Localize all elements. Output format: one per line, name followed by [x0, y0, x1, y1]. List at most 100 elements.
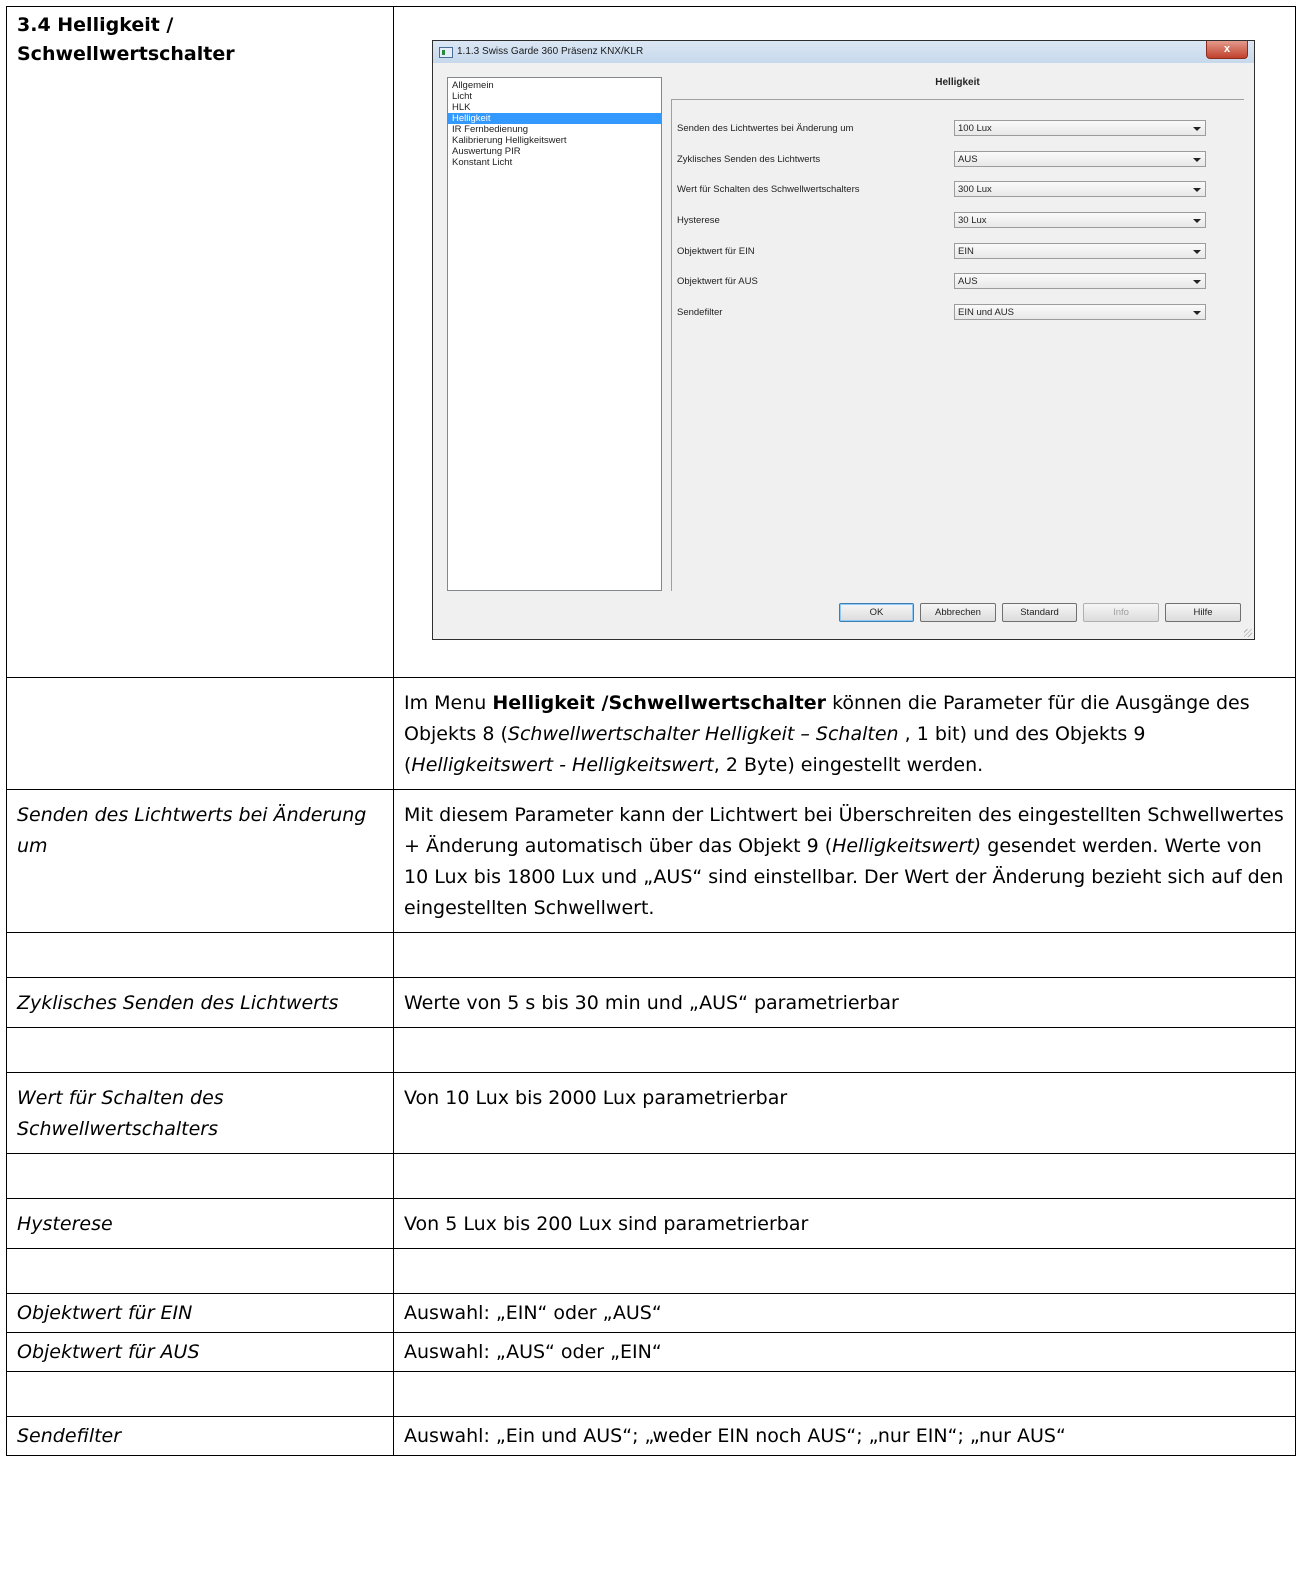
dialog-body: Allgemein Licht HLK Helligkeit IR Fernbe… [433, 63, 1254, 639]
object-9-name: Helligkeitswert - Helligkeitswert [411, 754, 714, 776]
chevron-down-icon [1193, 219, 1201, 223]
chevron-down-icon [1193, 250, 1201, 254]
param-select[interactable]: 30 Lux [954, 212, 1206, 228]
intro-text-part: Im Menu [404, 692, 493, 714]
param-row: Sendefilter EIN und AUS [677, 304, 1214, 322]
ok-button[interactable]: OK [839, 603, 914, 622]
param-description: Auswahl: „EIN“ oder „AUS“ [393, 1293, 1296, 1333]
cancel-button[interactable]: Abbrechen [920, 603, 996, 622]
param-label: Wert für Schalten des Schwellwertschalte… [677, 184, 860, 195]
param-row: Hysterese 30 Lux [677, 212, 1214, 230]
param-select[interactable]: 100 Lux [954, 120, 1206, 136]
param-name: Sendefilter [6, 1416, 394, 1456]
param-aus-row: Objektwert für AUS Auswahl: „AUS“ oder „… [6, 1332, 1296, 1372]
param-hysterese-row: Hysterese Von 5 Lux bis 200 Lux sind par… [6, 1198, 1296, 1249]
param-description: Von 10 Lux bis 2000 Lux parametrierbar [393, 1072, 1296, 1154]
header-row: 3.4 Helligkeit / Schwellwertschalter 1.1… [6, 6, 1296, 678]
category-item-ir-fernbedienung[interactable]: IR Fernbedienung [448, 124, 661, 135]
param-description: Werte von 5 s bis 30 min und „AUS“ param… [393, 977, 1296, 1028]
category-item-helligkeit[interactable]: Helligkeit [448, 113, 661, 124]
chevron-down-icon [1193, 188, 1201, 192]
param-row: Objektwert für AUS AUS [677, 273, 1214, 291]
pane-title: Helligkeit [935, 77, 980, 88]
param-row: Zyklisches Senden des Lichtwerts AUS [677, 151, 1214, 169]
chevron-down-icon [1193, 158, 1201, 162]
dialog-titlebar[interactable]: 1.1.3 Swiss Garde 360 Präsenz KNX/KLR x [433, 41, 1254, 64]
param-select-value: 100 Lux [958, 123, 992, 134]
intro-row: Im Menu Helligkeit /Schwellwertschalter … [6, 677, 1296, 790]
standard-button[interactable]: Standard [1002, 603, 1077, 622]
param-select[interactable]: AUS [954, 151, 1206, 167]
parameter-table: 3.4 Helligkeit / Schwellwertschalter 1.1… [6, 6, 1296, 1456]
param-name: Objektwert für AUS [6, 1332, 394, 1372]
category-item-hlk[interactable]: HLK [448, 102, 661, 113]
dialog-cell: 1.1.3 Swiss Garde 360 Präsenz KNX/KLR x … [393, 6, 1296, 678]
spacer-row [6, 1371, 1296, 1417]
pane-border [671, 99, 672, 591]
param-select[interactable]: AUS [954, 273, 1206, 289]
description-text: Auswahl: „Ein und AUS“; „weder EIN noch … [404, 1425, 1066, 1447]
param-name: Hysterese [6, 1198, 394, 1249]
description-text: Von 10 Lux bis 2000 Lux parametrierbar [404, 1087, 788, 1109]
description-text: Werte von 5 s bis 30 min und „AUS“ param… [404, 992, 899, 1014]
object-9-name: Helligkeitswert) [832, 835, 982, 857]
param-name-text: Objektwert für AUS [17, 1341, 200, 1363]
param-label: Senden des Lichtwertes bei Änderung um [677, 123, 854, 134]
spacer-row [6, 932, 1296, 978]
category-item-konstant-licht[interactable]: Konstant Licht [448, 157, 661, 168]
parameter-pane: Helligkeit Senden des Lichtwertes bei Än… [671, 63, 1244, 591]
param-zyklisch-row: Zyklisches Senden des Lichtwerts Werte v… [6, 977, 1296, 1028]
param-label: Objektwert für EIN [677, 246, 755, 257]
category-item-licht[interactable]: Licht [448, 91, 661, 102]
param-select-value: EIN und AUS [958, 307, 1014, 318]
param-row: Senden des Lichtwertes bei Änderung um 1… [677, 120, 1214, 138]
param-label: Objektwert für AUS [677, 276, 758, 287]
chevron-down-icon [1193, 127, 1201, 131]
param-description: Mit diesem Parameter kann der Lichtwert … [393, 789, 1296, 933]
dialog-title: 1.1.3 Swiss Garde 360 Präsenz KNX/KLR [457, 46, 644, 57]
param-description: Von 5 Lux bis 200 Lux sind parametrierba… [393, 1198, 1296, 1249]
param-description: Auswahl: „Ein und AUS“; „weder EIN noch … [393, 1416, 1296, 1456]
help-button[interactable]: Hilfe [1165, 603, 1241, 622]
param-row: Objektwert für EIN EIN [677, 243, 1214, 261]
param-name: Objektwert für EIN [6, 1293, 394, 1333]
param-select[interactable]: EIN und AUS [954, 304, 1206, 320]
category-item-auswertung-pir[interactable]: Auswertung PIR [448, 146, 661, 157]
param-select-value: 300 Lux [958, 184, 992, 195]
param-ein-row: Objektwert für EIN Auswahl: „EIN“ oder „… [6, 1293, 1296, 1333]
param-name-text: Sendefilter [17, 1425, 122, 1447]
param-label: Sendefilter [677, 307, 723, 318]
param-label: Hysterese [677, 215, 720, 226]
intro-left-cell [6, 677, 394, 790]
intro-text: Im Menu Helligkeit /Schwellwertschalter … [393, 677, 1296, 790]
param-name: Zyklisches Senden des Lichtwerts [6, 977, 394, 1028]
param-name: Wert für Schalten des Schwellwertschalte… [6, 1072, 394, 1154]
param-name-text: Objektwert für EIN [17, 1302, 193, 1324]
info-button[interactable]: Info [1083, 603, 1159, 622]
menu-name: Helligkeit /Schwellwertschalter [492, 692, 827, 714]
section-heading-line1: 3.4 Helligkeit / [17, 14, 174, 36]
section-heading-line2: Schwellwertschalter [17, 43, 235, 65]
category-item-kalibrierung[interactable]: Kalibrierung Helligkeitswert [448, 135, 661, 146]
param-select[interactable]: EIN [954, 243, 1206, 259]
chevron-down-icon [1193, 311, 1201, 315]
param-select[interactable]: 300 Lux [954, 181, 1206, 197]
param-name-text: Wert für Schalten des Schwellwertschalte… [17, 1087, 224, 1140]
pane-divider [671, 99, 1244, 100]
app-icon [439, 47, 453, 58]
param-senden-row: Senden des Lichtwerts bei Änderung um Mi… [6, 789, 1296, 933]
param-select-value: AUS [958, 154, 978, 165]
object-8-name: Schwellwertschalter Helligkeit – Schalte… [507, 723, 899, 745]
param-select-value: AUS [958, 276, 978, 287]
chevron-down-icon [1193, 280, 1201, 284]
spacer-row [6, 1248, 1296, 1294]
param-name: Senden des Lichtwerts bei Änderung um [6, 789, 394, 933]
param-name-text: Senden des Lichtwerts bei Änderung um [17, 804, 367, 857]
section-heading: 3.4 Helligkeit / Schwellwertschalter [6, 6, 394, 678]
resize-grip[interactable] [1244, 629, 1252, 637]
description-text: Auswahl: „EIN“ oder „AUS“ [404, 1302, 662, 1324]
category-item-allgemein[interactable]: Allgemein [448, 80, 661, 91]
close-button[interactable]: x [1206, 41, 1248, 59]
param-select-value: EIN [958, 246, 974, 257]
param-filter-row: Sendefilter Auswahl: „Ein und AUS“; „wed… [6, 1416, 1296, 1456]
